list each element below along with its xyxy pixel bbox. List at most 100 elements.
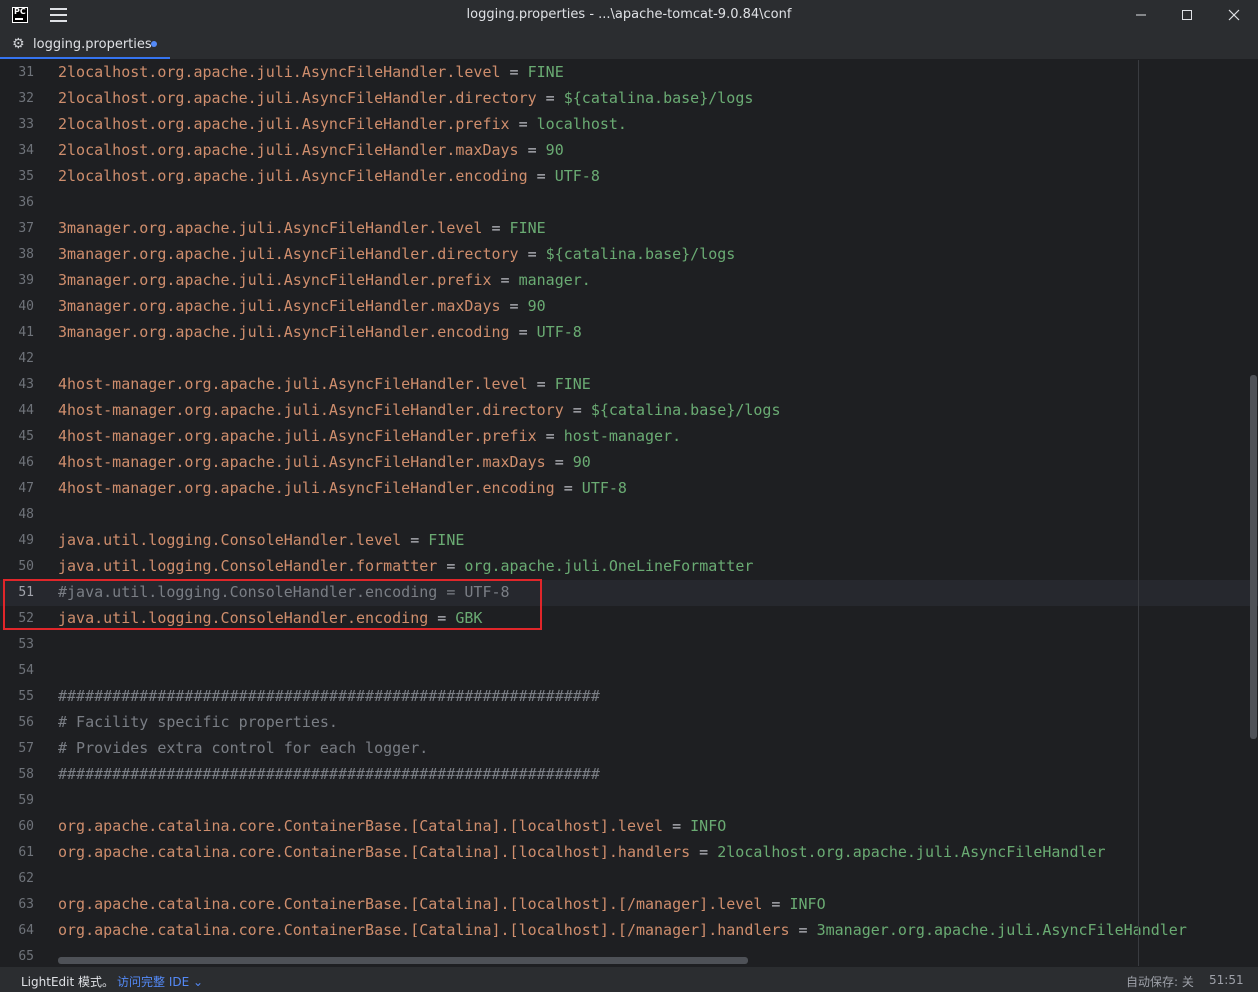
property-key: org.apache.catalina.core.ContainerBase.[… — [58, 921, 790, 939]
code-line: 3manager.org.apache.juli.AsyncFileHandle… — [58, 245, 735, 263]
equals-sign: = — [491, 271, 519, 289]
property-key: 4host-manager.org.apache.juli.AsyncFileH… — [58, 375, 528, 393]
horizontal-scrollbar[interactable] — [58, 957, 748, 964]
comment-text: ########################################… — [58, 765, 600, 783]
minimize-icon — [1136, 14, 1146, 16]
code-line: org.apache.catalina.core.ContainerBase.[… — [58, 843, 1106, 861]
property-key: 2localhost.org.apache.juli.AsyncFileHand… — [58, 115, 510, 133]
tab-logging-properties[interactable]: ⚙ logging.properties — [0, 30, 170, 59]
comment-text: # Provides extra control for each logger… — [58, 739, 429, 757]
property-key: org.apache.catalina.core.ContainerBase.[… — [58, 843, 691, 861]
equals-sign: = — [518, 141, 546, 159]
lightedit-mode-label: LightEdit 模式。 — [21, 975, 115, 989]
vertical-scrollbar[interactable] — [1250, 375, 1257, 739]
property-key: org.apache.catalina.core.ContainerBase.[… — [58, 895, 763, 913]
code-line: 4host-manager.org.apache.juli.AsyncFileH… — [58, 375, 591, 393]
line-number: 35 — [18, 169, 34, 184]
editor-tab-bar: ⚙ logging.properties — [0, 30, 1258, 60]
code-line: 3manager.org.apache.juli.AsyncFileHandle… — [58, 271, 591, 289]
code-line: org.apache.catalina.core.ContainerBase.[… — [58, 921, 1187, 939]
equals-sign: = — [563, 401, 591, 419]
line-number: 37 — [18, 221, 34, 236]
equals-sign: = — [527, 375, 555, 393]
line-number: 34 — [18, 143, 34, 158]
line-number: 62 — [18, 871, 34, 886]
property-key: 4host-manager.org.apache.juli.AsyncFileH… — [58, 427, 537, 445]
maximize-button[interactable] — [1164, 0, 1210, 30]
minimize-button[interactable] — [1118, 0, 1164, 30]
equals-sign: = — [663, 817, 691, 835]
line-number: 56 — [18, 715, 34, 730]
line-number: 55 — [18, 689, 34, 704]
equals-sign: = — [482, 219, 510, 237]
comment-text: # Facility specific properties. — [58, 713, 338, 731]
autosave-status[interactable]: 自动保存: 关 — [1126, 973, 1194, 990]
line-number: 41 — [18, 325, 34, 340]
open-full-ide-link[interactable]: 访问完整 IDE ⌄ — [117, 973, 203, 990]
maximize-icon — [1182, 10, 1192, 20]
close-icon — [1228, 9, 1240, 21]
property-value: ${catalina.base}/logs — [545, 245, 736, 263]
equals-sign: = — [789, 921, 817, 939]
code-line: # Provides extra control for each logger… — [58, 739, 428, 757]
property-key: 3manager.org.apache.juli.AsyncFileHandle… — [58, 323, 510, 341]
equals-sign: = — [518, 245, 546, 263]
right-margin-guide — [1138, 60, 1139, 966]
property-value: INFO — [690, 817, 727, 835]
line-number: 65 — [18, 949, 34, 964]
code-line: 4host-manager.org.apache.juli.AsyncFileH… — [58, 479, 627, 497]
property-key: 4host-manager.org.apache.juli.AsyncFileH… — [58, 453, 546, 471]
property-value: 90 — [572, 453, 591, 471]
property-key: 3manager.org.apache.juli.AsyncFileHandle… — [58, 245, 519, 263]
property-value: localhost. — [536, 115, 627, 133]
close-button[interactable] — [1211, 0, 1257, 30]
property-value: UTF-8 — [581, 479, 627, 497]
code-line: 2localhost.org.apache.juli.AsyncFileHand… — [58, 63, 564, 81]
line-number: 53 — [18, 637, 34, 652]
property-value: ${catalina.base}/logs — [563, 89, 754, 107]
property-value: UTF-8 — [536, 323, 582, 341]
title-bar: logging.properties - ...\apache-tomcat-9… — [0, 0, 1258, 30]
equals-sign: = — [536, 89, 564, 107]
line-number: 45 — [18, 429, 34, 444]
code-line: 2localhost.org.apache.juli.AsyncFileHand… — [58, 115, 627, 133]
code-line: 4host-manager.org.apache.juli.AsyncFileH… — [58, 401, 780, 419]
line-number: 42 — [18, 351, 34, 366]
code-editor[interactable]: 31 2localhost.org.apache.juli.AsyncFileHa… — [0, 60, 1258, 966]
line-number: 39 — [18, 273, 34, 288]
equals-sign: = — [500, 63, 528, 81]
property-key: 3manager.org.apache.juli.AsyncFileHandle… — [58, 271, 492, 289]
property-value: 2localhost.org.apache.juli.AsyncFileHand… — [717, 843, 1106, 861]
property-value: FINE — [554, 375, 591, 393]
equals-sign: = — [509, 115, 537, 133]
line-number: 49 — [18, 533, 34, 548]
property-key: org.apache.catalina.core.ContainerBase.[… — [58, 817, 664, 835]
code-line: 4host-manager.org.apache.juli.AsyncFileH… — [58, 427, 681, 445]
line-number: 32 — [18, 91, 34, 106]
equals-sign: = — [690, 843, 718, 861]
property-key: java.util.logging.ConsoleHandler.formatt… — [58, 557, 438, 575]
line-number: 38 — [18, 247, 34, 262]
property-value: org.apache.juli.OneLineFormatter — [464, 557, 754, 575]
equals-sign: = — [500, 297, 528, 315]
comment-text: ########################################… — [58, 687, 600, 705]
line-number: 43 — [18, 377, 34, 392]
line-number: 61 — [18, 845, 34, 860]
line-number: 58 — [18, 767, 34, 782]
caret-position[interactable]: 51:51 — [1209, 973, 1244, 987]
equals-sign: = — [401, 531, 429, 549]
open-full-ide-label: 访问完整 IDE — [117, 975, 193, 989]
line-number: 33 — [18, 117, 34, 132]
line-number: 64 — [18, 923, 34, 938]
code-line: 4host-manager.org.apache.juli.AsyncFileH… — [58, 453, 591, 471]
property-value: FINE — [428, 531, 465, 549]
line-number: 36 — [18, 195, 34, 210]
code-line: java.util.logging.ConsoleHandler.formatt… — [58, 557, 753, 575]
property-key: java.util.logging.ConsoleHandler.level — [58, 531, 402, 549]
line-number: 60 — [18, 819, 34, 834]
property-value: FINE — [509, 219, 546, 237]
properties-file-icon: ⚙ — [12, 36, 25, 52]
tab-label: logging.properties — [33, 37, 152, 52]
code-line: # Facility specific properties. — [58, 713, 338, 731]
property-value: ${catalina.base}/logs — [590, 401, 781, 419]
